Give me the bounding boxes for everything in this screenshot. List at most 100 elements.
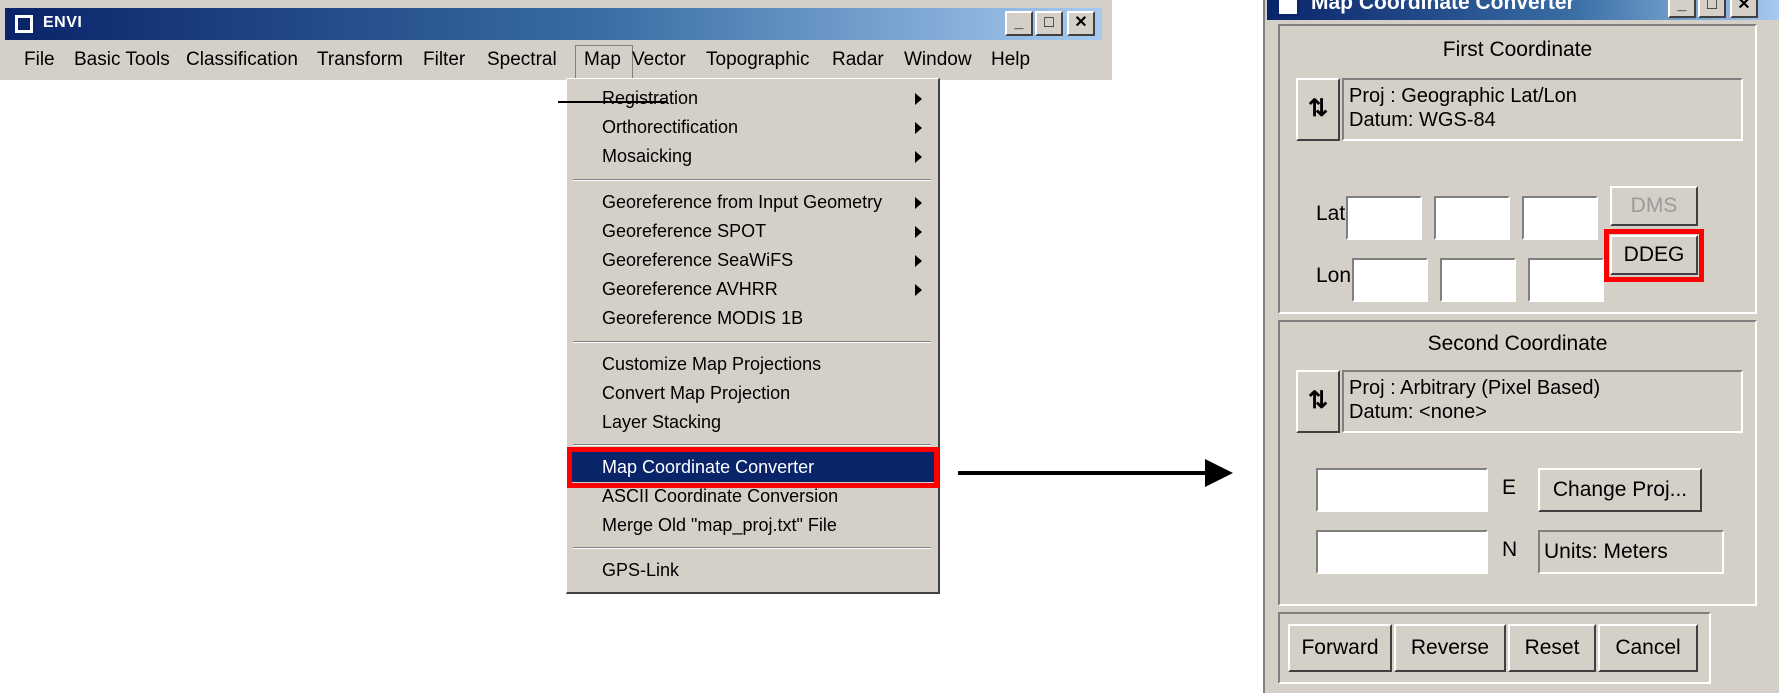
menu-radar[interactable]: Radar (832, 49, 884, 71)
menu-item-registration[interactable]: Registration (570, 83, 936, 113)
minimize-button[interactable]: _ (1005, 11, 1033, 36)
menu-help[interactable]: Help (991, 49, 1030, 71)
first-coordinate-heading: First Coordinate (1442, 38, 1593, 61)
callout-line (558, 101, 666, 103)
first-proj-label: Proj : Geographic Lat/Lon (1349, 85, 1577, 107)
northing-label: N (1502, 538, 1518, 561)
submenu-arrow-icon (915, 151, 922, 163)
menu-item-georeference-spot[interactable]: Georeference SPOT (570, 216, 936, 246)
lon-seconds-field[interactable] (1528, 258, 1604, 302)
reverse-button[interactable]: Reverse (1394, 624, 1506, 672)
swap-arrows-icon[interactable]: ⇅ (1296, 370, 1340, 433)
change-proj-button[interactable]: Change Proj... (1538, 468, 1702, 512)
maximize-button[interactable]: □ (1035, 11, 1063, 36)
second-datum-label: Datum: <none> (1349, 401, 1487, 423)
menu-filter[interactable]: Filter (423, 49, 465, 71)
second-proj-label: Proj : Arbitrary (Pixel Based) (1349, 377, 1601, 399)
envi-menubar: File Basic Tools Classification Transfor… (5, 42, 1102, 78)
menu-item-label: Customize Map Projections (602, 354, 822, 374)
lat-seconds-field[interactable] (1522, 196, 1598, 240)
submenu-arrow-icon (915, 122, 922, 134)
menu-item-merge-old-map-proj[interactable]: Merge Old "map_proj.txt" File (570, 510, 936, 540)
menu-item-label: ASCII Coordinate Conversion (602, 486, 839, 506)
menu-item-convert-map-projection[interactable]: Convert Map Projection (570, 378, 936, 408)
lon-degrees-field[interactable] (1352, 258, 1428, 302)
ddeg-callout-box (1604, 229, 1704, 282)
menu-separator (573, 179, 931, 181)
menu-item-georeference-seawifs[interactable]: Georeference SeaWiFS (570, 245, 936, 275)
dialog-maximize-button[interactable]: □ (1698, 0, 1726, 18)
menu-item-layer-stacking[interactable]: Layer Stacking (570, 407, 936, 437)
menu-item-label: Georeference MODIS 1B (602, 308, 804, 328)
submenu-arrow-icon (915, 93, 922, 105)
menu-item-orthorectification[interactable]: Orthorectification (570, 112, 936, 142)
submenu-arrow-icon (915, 226, 922, 238)
map-coordinate-converter-dialog: Map Coordinate Converter _ □ ✕ First Coo… (1263, 0, 1779, 693)
envi-main-window: ENVI _ □ ✕ File Basic Tools Classificati… (0, 0, 1112, 80)
lat-degrees-field[interactable] (1346, 196, 1422, 240)
submenu-arrow-icon (915, 284, 922, 296)
menu-item-label: Registration (602, 88, 699, 108)
swap-arrows-icon[interactable]: ⇅ (1296, 78, 1340, 141)
submenu-arrow-icon (915, 255, 922, 267)
dialog-close-button[interactable]: ✕ (1730, 0, 1758, 18)
second-coordinate-group: Second Coordinate ⇅ Proj : Arbitrary (Pi… (1278, 320, 1757, 606)
first-datum-label: Datum: WGS-84 (1349, 109, 1496, 131)
forward-button[interactable]: Forward (1288, 624, 1392, 672)
menu-item-label: Georeference SeaWiFS (602, 250, 794, 270)
menu-item-label: Orthorectification (602, 117, 739, 137)
reset-button[interactable]: Reset (1508, 624, 1596, 672)
dms-button[interactable]: DMS (1610, 186, 1698, 226)
easting-field[interactable] (1316, 468, 1488, 512)
envi-titlebar[interactable]: ENVI _ □ ✕ (5, 8, 1102, 40)
menu-window[interactable]: Window (904, 49, 972, 71)
menu-item-label: Layer Stacking (602, 412, 722, 432)
menu-item-label: Georeference AVHRR (602, 279, 778, 299)
menu-separator (573, 547, 931, 549)
easting-label: E (1502, 476, 1517, 499)
connector-arrow-line (958, 471, 1208, 475)
units-display: Units: Meters (1538, 530, 1724, 574)
lon-label: Lon (1316, 264, 1352, 287)
menu-classification[interactable]: Classification (186, 49, 298, 71)
envi-app-icon (13, 13, 35, 35)
connector-arrow-head-icon (1205, 459, 1233, 487)
menu-item-label: Mosaicking (602, 146, 693, 166)
action-buttons-group: Forward Reverse Reset Cancel (1278, 612, 1711, 684)
menu-item-georeference-input-geometry[interactable]: Georeference from Input Geometry (570, 187, 936, 217)
lat-minutes-field[interactable] (1434, 196, 1510, 240)
dialog-titlebar[interactable]: Map Coordinate Converter _ □ ✕ (1267, 0, 1779, 20)
dialog-title: Map Coordinate Converter (1311, 0, 1575, 14)
menu-item-georeference-avhrr[interactable]: Georeference AVHRR (570, 274, 936, 304)
menu-topographic[interactable]: Topographic (706, 49, 810, 71)
first-coordinate-group: First Coordinate ⇅ Proj : Geographic Lat… (1278, 24, 1757, 314)
menu-file[interactable]: File (24, 49, 55, 71)
envi-title: ENVI (43, 14, 83, 31)
cancel-button[interactable]: Cancel (1598, 624, 1698, 672)
menu-item-ascii-coordinate-conversion[interactable]: ASCII Coordinate Conversion (570, 481, 936, 511)
lon-minutes-field[interactable] (1440, 258, 1516, 302)
menu-basic-tools[interactable]: Basic Tools (74, 49, 170, 71)
menu-item-georeference-modis[interactable]: Georeference MODIS 1B (570, 303, 936, 333)
menu-item-label: Georeference from Input Geometry (602, 192, 883, 212)
menu-vector[interactable]: Vector (632, 49, 686, 71)
first-projection-info: Proj : Geographic Lat/Lon Datum: WGS-84 (1342, 78, 1743, 141)
close-button[interactable]: ✕ (1067, 11, 1095, 36)
menu-item-gps-link[interactable]: GPS-Link (570, 555, 936, 585)
second-projection-info: Proj : Arbitrary (Pixel Based) Datum: <n… (1342, 370, 1743, 433)
menu-item-label: Convert Map Projection (602, 383, 791, 403)
map-dropdown-menu: Registration Orthorectification Mosaicki… (566, 78, 940, 594)
menu-item-customize-map-projections[interactable]: Customize Map Projections (570, 349, 936, 379)
menu-item-label: Georeference SPOT (602, 221, 767, 241)
menu-item-mosaicking[interactable]: Mosaicking (570, 141, 936, 171)
second-coordinate-heading: Second Coordinate (1427, 332, 1608, 355)
menu-transform[interactable]: Transform (317, 49, 403, 71)
northing-field[interactable] (1316, 530, 1488, 574)
dialog-minimize-button[interactable]: _ (1668, 0, 1696, 18)
submenu-arrow-icon (915, 197, 922, 209)
menu-spectral[interactable]: Spectral (487, 49, 557, 71)
menu-item-label: Merge Old "map_proj.txt" File (602, 515, 837, 535)
menu-separator (573, 444, 931, 446)
lat-label: Lat (1316, 202, 1346, 225)
menu-map[interactable]: Map (584, 49, 621, 71)
